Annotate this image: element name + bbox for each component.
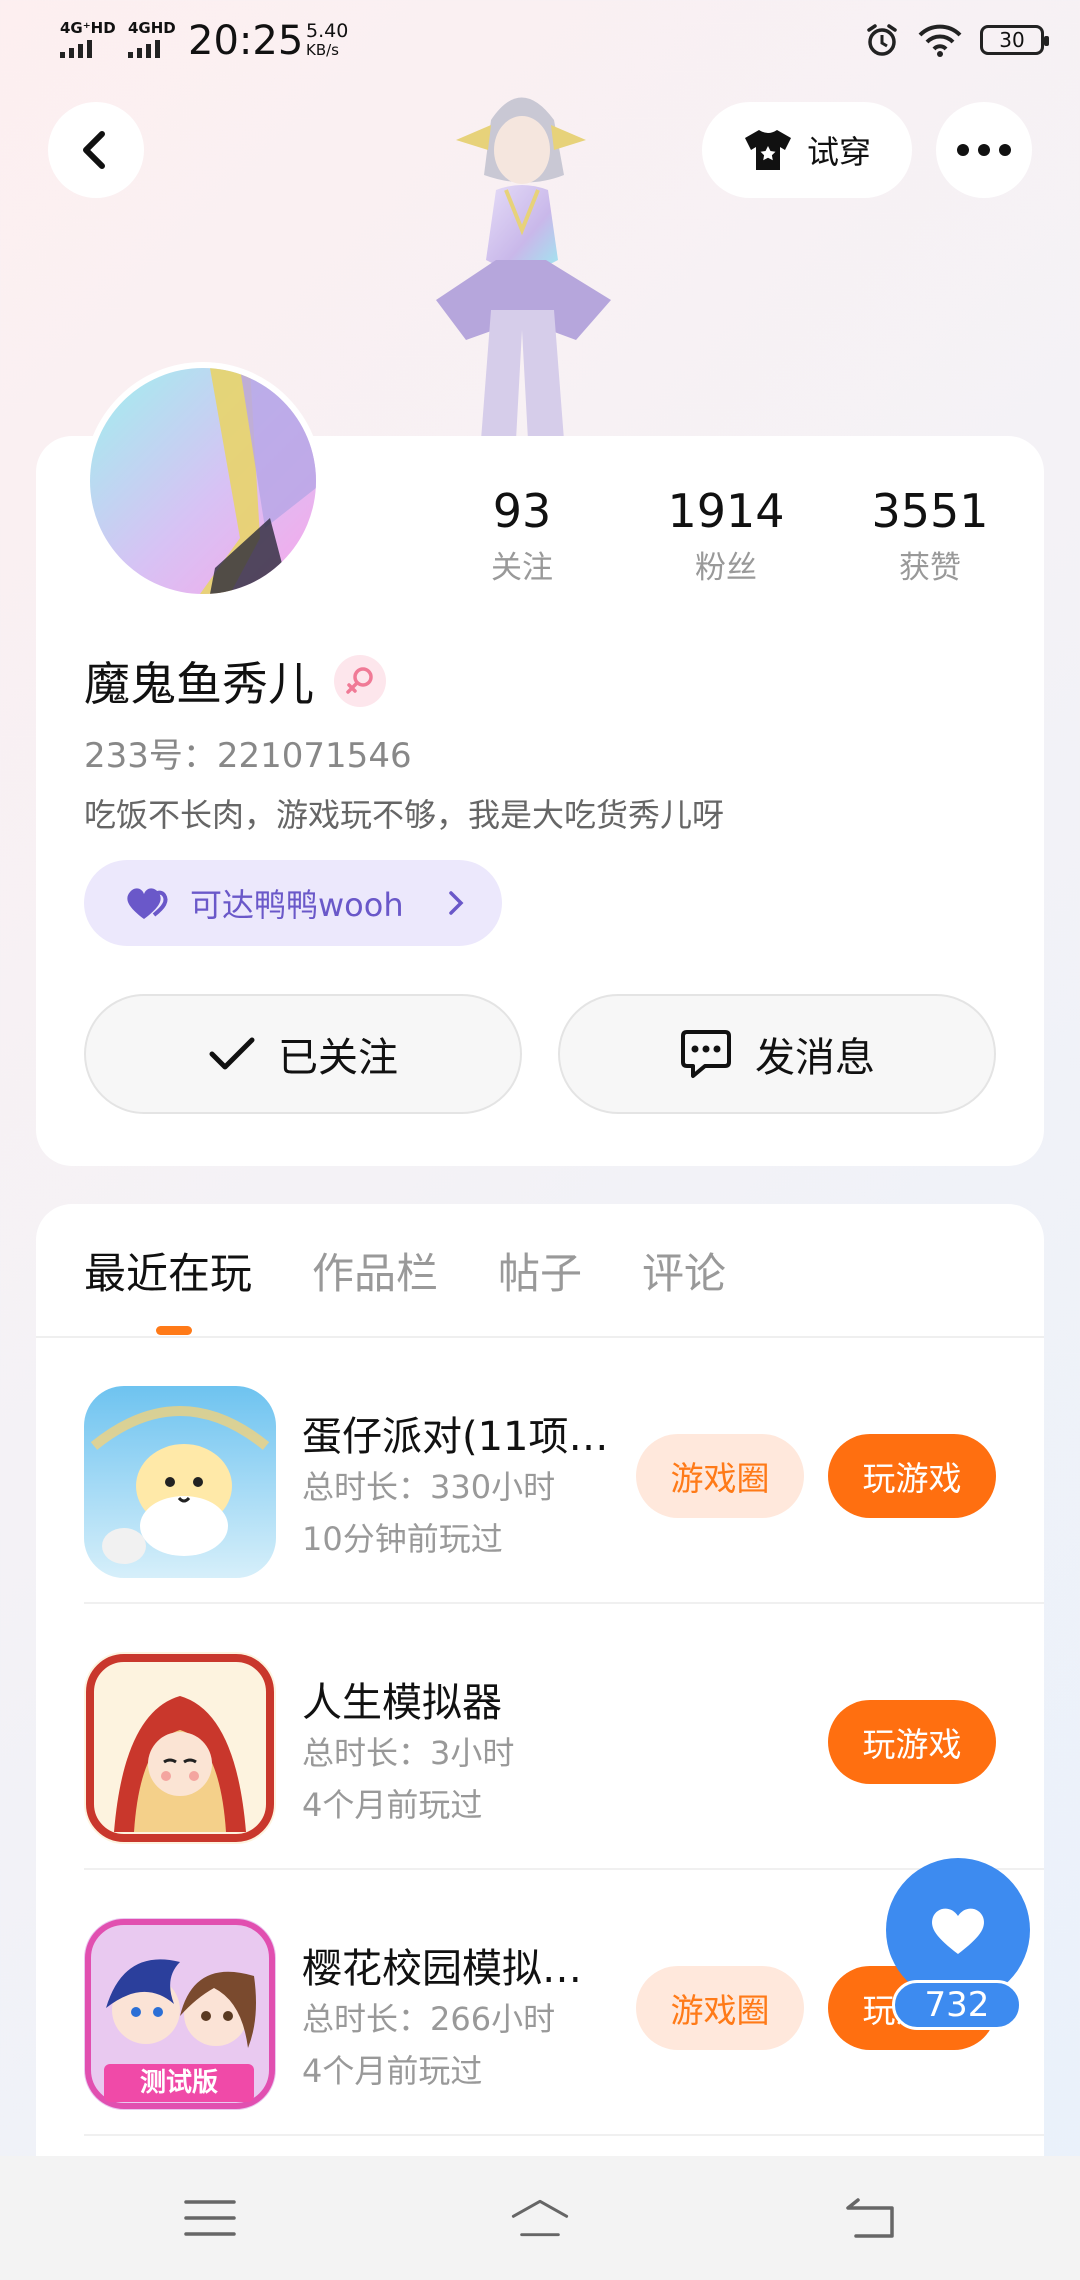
stat-following[interactable]: 93 关注: [442, 484, 602, 587]
fans-label: 粉丝: [695, 550, 757, 586]
tag-label: 可达鸭鸭wooh: [190, 886, 404, 924]
system-nav-bar: [0, 2156, 1080, 2280]
wifi-icon: [918, 24, 962, 57]
likes-label: 获赞: [899, 550, 961, 586]
female-icon: [334, 655, 386, 707]
game-circle-button[interactable]: 游戏圈: [636, 1434, 804, 1518]
followed-label: 已关注: [278, 1035, 398, 1081]
more-button[interactable]: [936, 102, 1032, 198]
game-last-played: 4个月前玩过: [302, 2052, 483, 2090]
game-title: 蛋仔派对(11项…: [302, 1414, 609, 1460]
user-name: 魔鬼鱼秀儿: [84, 657, 314, 711]
avatar[interactable]: [84, 362, 322, 600]
back-button[interactable]: [48, 102, 144, 198]
stat-fans[interactable]: 1914 粉丝: [646, 484, 806, 587]
user-bio: 吃饭不长肉，游戏玩不够，我是大吃货秀儿呀: [84, 796, 725, 834]
game-duration: 总时长：3小时: [302, 1734, 515, 1772]
game-duration: 总时长：266小时: [302, 2000, 556, 2038]
shirt-icon: [744, 130, 791, 170]
battery-icon: 30: [980, 25, 1049, 55]
chevron-right-icon: [449, 891, 464, 915]
message-label: 发消息: [755, 1035, 875, 1081]
chat-bubble-icon: [681, 1030, 731, 1078]
following-label: 关注: [491, 550, 553, 586]
battery-level: 30: [999, 28, 1025, 52]
speed-unit: KB/s: [306, 41, 339, 59]
network-speed: 5.40 KB/s: [306, 22, 348, 60]
followed-button[interactable]: 已关注: [84, 994, 522, 1114]
tab-posts[interactable]: 帖子: [498, 1240, 582, 1301]
user-id: 233号：221071546: [84, 736, 412, 776]
tab-works[interactable]: 作品栏: [312, 1240, 438, 1301]
heart-icon: [932, 1908, 984, 1954]
like-count: 732: [892, 1980, 1022, 2030]
clock: 20:25: [188, 18, 304, 64]
play-game-button[interactable]: 玩游戏: [828, 1434, 996, 1518]
game-title: 樱花校园模拟…: [302, 1946, 582, 1992]
try-on-button[interactable]: 试穿: [702, 102, 912, 198]
game-last-played: 10分钟前玩过: [302, 1520, 503, 1558]
avatar-character-image: [436, 97, 611, 440]
game-row-life-simulator[interactable]: 人生模拟器 总时长：3小时 4个月前玩过 玩游戏: [84, 1604, 1044, 1870]
avatar-image: [200, 368, 316, 594]
icon-badge-label: 测试版: [139, 2068, 218, 2098]
home-icon: [511, 2199, 569, 2237]
game-last-played: 4个月前玩过: [302, 1786, 483, 1824]
home-button[interactable]: [510, 2190, 570, 2246]
back-arrow-icon: [83, 131, 105, 169]
tab-indicator: [156, 1326, 192, 1335]
game-circle-button[interactable]: 游戏圈: [636, 1966, 804, 2050]
double-heart-icon: [127, 888, 168, 919]
check-icon: [209, 1037, 255, 1070]
likes-count: 3551: [871, 484, 989, 538]
game-icon-sakura-school[interactable]: 测试版: [84, 1918, 276, 2110]
back-nav-icon: [846, 2198, 894, 2238]
try-on-label: 试穿: [806, 133, 871, 171]
name-row: 魔鬼鱼秀儿: [84, 648, 386, 714]
game-icon-life-simulator[interactable]: [84, 1652, 276, 1844]
back-nav-button[interactable]: [840, 2190, 900, 2246]
row-divider: [84, 2134, 1044, 2136]
message-button[interactable]: 发消息: [558, 994, 996, 1114]
tag-pill[interactable]: 可达鸭鸭wooh: [84, 860, 502, 946]
speed-value: 5.40: [306, 20, 349, 42]
stat-likes[interactable]: 3551 获赞: [850, 484, 1010, 587]
following-count: 93: [492, 484, 552, 538]
game-duration: 总时长：330小时: [302, 1468, 556, 1506]
play-game-button[interactable]: 玩游戏: [828, 1700, 996, 1784]
game-title: 人生模拟器: [302, 1680, 502, 1726]
more-dots-icon: [957, 144, 1011, 156]
sim1-signal-icon: 4G⁺HD: [60, 20, 116, 58]
tab-recent-played[interactable]: 最近在玩: [84, 1240, 252, 1301]
sim1-label: 4G⁺HD: [60, 19, 116, 37]
status-bar: 4G⁺HD 4GHD 20:25 5.40 KB/s 30: [0, 0, 1080, 84]
game-row-eggy-party[interactable]: 蛋仔派对(11项… 总时长：330小时 10分钟前玩过 游戏圈 玩游戏: [84, 1338, 1044, 1604]
tab-comments[interactable]: 评论: [642, 1240, 726, 1301]
alarm-icon: [867, 24, 897, 56]
sim2-label: 4GHD: [128, 19, 176, 37]
menu-icon: [184, 2200, 236, 2236]
game-icon-eggy-party[interactable]: [84, 1386, 276, 1578]
sim2-signal-icon: 4GHD: [128, 20, 176, 58]
tab-bar: 最近在玩 作品栏 帖子 评论: [84, 1240, 726, 1301]
fans-count: 1914: [667, 484, 785, 538]
menu-button[interactable]: [180, 2190, 240, 2246]
